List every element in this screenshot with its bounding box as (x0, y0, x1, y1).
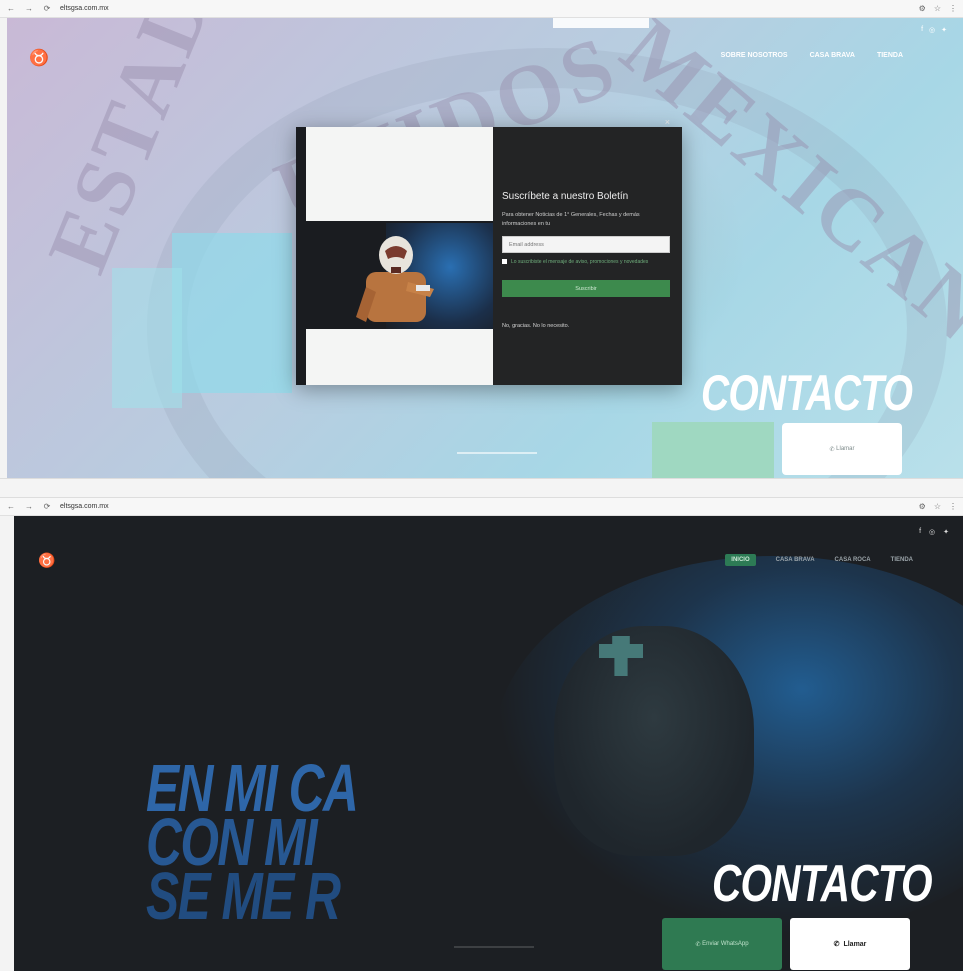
instagram-icon[interactable]: ◎ (929, 528, 935, 536)
back-icon[interactable]: ← (6, 502, 16, 511)
call-label: Llamar (836, 446, 855, 452)
wrestler-illustration (356, 236, 434, 322)
consent-checkbox[interactable] (502, 259, 507, 264)
hero-headline: EN MI CA CON MI SE ME R (146, 755, 359, 934)
whatsapp-button[interactable] (652, 422, 774, 478)
phone-icon: ✆ (833, 941, 840, 948)
instagram-icon[interactable]: ◎ (929, 26, 935, 34)
nav-item-casa-roca[interactable]: CASA ROCA (835, 557, 871, 563)
address-bar[interactable]: eltsgsa.com.mx (60, 5, 911, 12)
whatsapp-icon: ✆ (695, 941, 701, 948)
browser-toolbar: ← → ⟳ eltsgsa.com.mx ⚙ ☆ ⋮ (0, 0, 963, 18)
facebook-icon[interactable]: f (921, 26, 923, 34)
email-input[interactable] (502, 236, 670, 253)
browser-actions: ⚙ ☆ ⋮ (919, 4, 957, 13)
nav-item-tienda[interactable]: TIENDA (877, 52, 903, 59)
phone-icon: ✆ (829, 446, 835, 453)
main-nav: INICIO CASA BRAVA CASA ROCA TIENDA (725, 554, 913, 566)
menu-icon[interactable]: ⋮ (949, 502, 957, 511)
website-page: ESTADOS UNIDOS MEXICANOS ♉ f ◎ ✦ SOBRE N… (7, 18, 963, 478)
newsletter-popup: × Suscríbete a nuestro Boletín Para obte… (296, 117, 682, 385)
whatsapp-button[interactable]: ✆ Enviar WhatsApp (662, 918, 782, 970)
facebook-icon[interactable]: f (919, 528, 921, 536)
twitter-icon[interactable]: ✦ (943, 528, 949, 536)
popup-image-panel (306, 329, 493, 385)
nav-item-casa-brava[interactable]: CASA BRAVA (810, 52, 855, 59)
contact-heading: CONTACTO (701, 365, 913, 421)
decorative-block (112, 268, 182, 408)
nav-item-inicio[interactable]: INICIO (725, 554, 756, 566)
extension-icon[interactable]: ⚙ (919, 4, 926, 13)
nav-item-casa-brava[interactable]: CASA BRAVA (776, 557, 815, 563)
social-links: f ◎ ✦ (921, 26, 947, 34)
address-bar[interactable]: eltsgsa.com.mx (60, 503, 911, 510)
popup-image (296, 127, 493, 385)
slider-indicator[interactable] (457, 452, 537, 454)
call-label: Llamar (843, 940, 867, 948)
decorative-block (172, 233, 292, 393)
star-icon[interactable]: ☆ (934, 4, 941, 13)
slider-indicator[interactable] (454, 946, 534, 948)
whatsapp-label: Enviar WhatsApp (702, 941, 749, 947)
reload-icon[interactable]: ⟳ (42, 4, 52, 13)
top-banner (553, 18, 649, 28)
dismiss-link[interactable]: No, gracias. No lo necesito. (502, 323, 569, 329)
forward-icon[interactable]: → (24, 502, 34, 511)
contact-heading: CONTACTO (712, 855, 933, 913)
reload-icon[interactable]: ⟳ (42, 502, 52, 511)
star-icon[interactable]: ☆ (934, 502, 941, 511)
consent-label: Lo suscribiste el mensaje de aviso, prom… (511, 259, 649, 265)
menu-icon[interactable]: ⋮ (949, 4, 957, 13)
newsletter-form: × Suscríbete a nuestro Boletín Para obte… (502, 117, 674, 385)
popup-title: Suscríbete a nuestro Boletín (502, 191, 629, 202)
social-links: f ◎ ✦ (919, 528, 949, 536)
main-nav: SOBRE NOSOTROS CASA BRAVA TIENDA (721, 52, 903, 59)
popup-description: Para obtener Noticias de 1° Generales, F… (502, 212, 640, 227)
browser-actions: ⚙ ☆ ⋮ (919, 502, 957, 511)
nav-item-tienda[interactable]: TIENDA (891, 557, 913, 563)
call-button[interactable]: ✆ Llamar (782, 423, 902, 475)
site-logo-icon[interactable]: ♉ (38, 552, 55, 569)
popup-image-panel (306, 127, 493, 221)
site-logo-icon[interactable]: ♉ (29, 48, 49, 68)
website-page: ♉ f ◎ ✦ INICIO CASA BRAVA CASA ROCA TIEN… (14, 516, 963, 971)
subscribe-button[interactable]: Suscribir (502, 280, 670, 297)
headline-line-3: SE ME R (146, 859, 341, 934)
browser-toolbar: ← → ⟳ eltsgsa.com.mx ⚙ ☆ ⋮ (0, 498, 963, 516)
screenshot-popup: ← → ⟳ eltsgsa.com.mx ⚙ ☆ ⋮ ESTADOS UNIDO… (0, 0, 963, 478)
close-icon[interactable]: × (665, 117, 670, 127)
consent-row: Lo suscribiste el mensaje de aviso, prom… (502, 258, 672, 266)
forward-icon[interactable]: → (24, 4, 34, 13)
back-icon[interactable]: ← (6, 4, 16, 13)
hero-wrestler-mask (554, 626, 754, 856)
screenshot-homepage: ← → ⟳ eltsgsa.com.mx ⚙ ☆ ⋮ ♉ f ◎ ✦ INICI… (0, 498, 963, 971)
screenshot-separator (0, 478, 963, 498)
nav-item-sobre-nosotros[interactable]: SOBRE NOSOTROS (721, 52, 788, 59)
extension-icon[interactable]: ⚙ (919, 502, 926, 511)
call-button[interactable]: ✆ Llamar (790, 918, 910, 970)
twitter-icon[interactable]: ✦ (941, 26, 947, 34)
